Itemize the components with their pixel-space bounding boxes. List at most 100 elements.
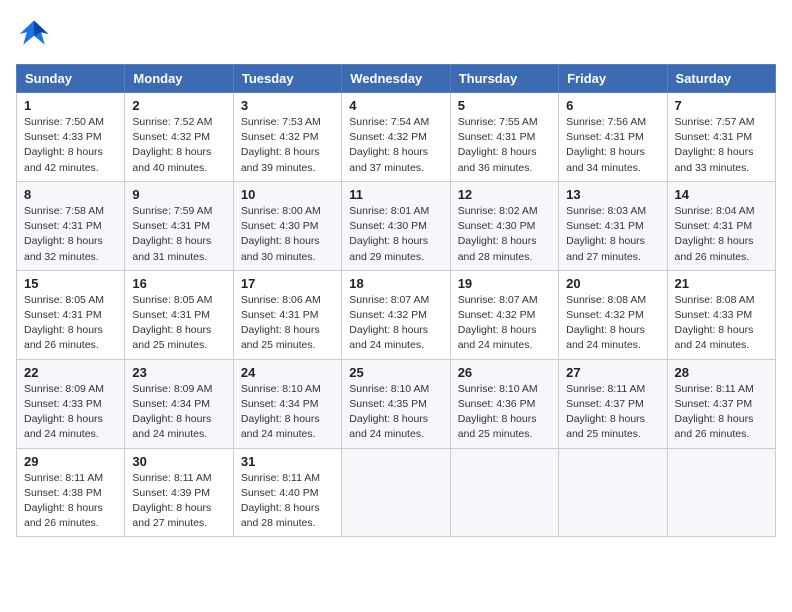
cell-content: Sunrise: 8:11 AMSunset: 4:37 PMDaylight:…: [675, 382, 768, 443]
calendar-cell: 20 Sunrise: 8:08 AMSunset: 4:32 PMDayligh…: [559, 270, 667, 359]
day-number: 23: [132, 365, 225, 380]
calendar-cell: [559, 448, 667, 537]
calendar-cell: 24 Sunrise: 8:10 AMSunset: 4:34 PMDayligh…: [233, 359, 341, 448]
page-header: [16, 16, 776, 52]
cell-content: Sunrise: 7:55 AMSunset: 4:31 PMDaylight:…: [458, 115, 551, 176]
day-number: 6: [566, 98, 659, 113]
calendar-cell: 3 Sunrise: 7:53 AMSunset: 4:32 PMDaylight…: [233, 93, 341, 182]
cell-content: Sunrise: 8:07 AMSunset: 4:32 PMDaylight:…: [349, 293, 442, 354]
calendar-cell: 7 Sunrise: 7:57 AMSunset: 4:31 PMDaylight…: [667, 93, 775, 182]
calendar-week-row: 22Sunrise: 8:09 AMSunset: 4:33 PMDayligh…: [17, 359, 776, 448]
cell-content: Sunrise: 7:56 AMSunset: 4:31 PMDaylight:…: [566, 115, 659, 176]
weekday-header-thursday: Thursday: [450, 65, 558, 93]
calendar-cell: 2 Sunrise: 7:52 AMSunset: 4:32 PMDaylight…: [125, 93, 233, 182]
calendar-cell: 26 Sunrise: 8:10 AMSunset: 4:36 PMDayligh…: [450, 359, 558, 448]
cell-content: Sunrise: 8:09 AMSunset: 4:33 PMDaylight:…: [24, 382, 117, 443]
day-number: 4: [349, 98, 442, 113]
calendar-cell: 10Sunrise: 8:00 AMSunset: 4:30 PMDayligh…: [233, 181, 341, 270]
calendar-cell: 12 Sunrise: 8:02 AMSunset: 4:30 PMDayligh…: [450, 181, 558, 270]
cell-content: Sunrise: 8:07 AMSunset: 4:32 PMDaylight:…: [458, 293, 551, 354]
logo: [16, 16, 56, 52]
day-number: 1: [24, 98, 117, 113]
cell-content: Sunrise: 7:57 AMSunset: 4:31 PMDaylight:…: [675, 115, 768, 176]
cell-content: Sunrise: 7:50 AMSunset: 4:33 PMDaylight:…: [24, 115, 117, 176]
day-number: 9: [132, 187, 225, 202]
day-number: 8: [24, 187, 117, 202]
day-number: 31: [241, 454, 334, 469]
day-number: 20: [566, 276, 659, 291]
day-number: 2: [132, 98, 225, 113]
cell-content: Sunrise: 8:08 AMSunset: 4:32 PMDaylight:…: [566, 293, 659, 354]
cell-content: Sunrise: 7:53 AMSunset: 4:32 PMDaylight:…: [241, 115, 334, 176]
cell-content: Sunrise: 8:04 AMSunset: 4:31 PMDaylight:…: [675, 204, 768, 265]
calendar-cell: 8 Sunrise: 7:58 AMSunset: 4:31 PMDaylight…: [17, 181, 125, 270]
cell-content: Sunrise: 8:03 AMSunset: 4:31 PMDaylight:…: [566, 204, 659, 265]
weekday-header-saturday: Saturday: [667, 65, 775, 93]
day-number: 26: [458, 365, 551, 380]
cell-content: Sunrise: 8:10 AMSunset: 4:36 PMDaylight:…: [458, 382, 551, 443]
calendar-cell: 21Sunrise: 8:08 AMSunset: 4:33 PMDayligh…: [667, 270, 775, 359]
day-number: 12: [458, 187, 551, 202]
calendar-cell: [667, 448, 775, 537]
calendar-cell: 4 Sunrise: 7:54 AMSunset: 4:32 PMDaylight…: [342, 93, 450, 182]
cell-content: Sunrise: 8:05 AMSunset: 4:31 PMDaylight:…: [24, 293, 117, 354]
calendar-cell: 9 Sunrise: 7:59 AMSunset: 4:31 PMDaylight…: [125, 181, 233, 270]
calendar-cell: 16Sunrise: 8:05 AMSunset: 4:31 PMDayligh…: [125, 270, 233, 359]
calendar-cell: 1 Sunrise: 7:50 AMSunset: 4:33 PMDaylight…: [17, 93, 125, 182]
day-number: 13: [566, 187, 659, 202]
calendar-body: 1 Sunrise: 7:50 AMSunset: 4:33 PMDaylight…: [17, 93, 776, 537]
cell-content: Sunrise: 8:11 AMSunset: 4:38 PMDaylight:…: [24, 471, 117, 532]
cell-content: Sunrise: 8:11 AMSunset: 4:40 PMDaylight:…: [241, 471, 334, 532]
day-number: 17: [241, 276, 334, 291]
calendar-cell: [450, 448, 558, 537]
cell-content: Sunrise: 7:59 AMSunset: 4:31 PMDaylight:…: [132, 204, 225, 265]
day-number: 3: [241, 98, 334, 113]
calendar-cell: 15 Sunrise: 8:05 AMSunset: 4:31 PMDayligh…: [17, 270, 125, 359]
calendar-cell: 22Sunrise: 8:09 AMSunset: 4:33 PMDayligh…: [17, 359, 125, 448]
weekday-header-wednesday: Wednesday: [342, 65, 450, 93]
day-number: 21: [675, 276, 768, 291]
day-number: 10: [241, 187, 334, 202]
day-number: 15: [24, 276, 117, 291]
cell-content: Sunrise: 8:02 AMSunset: 4:30 PMDaylight:…: [458, 204, 551, 265]
calendar-week-row: 8 Sunrise: 7:58 AMSunset: 4:31 PMDaylight…: [17, 181, 776, 270]
weekday-header-sunday: Sunday: [17, 65, 125, 93]
day-number: 25: [349, 365, 442, 380]
cell-content: Sunrise: 8:11 AMSunset: 4:39 PMDaylight:…: [132, 471, 225, 532]
cell-content: Sunrise: 8:06 AMSunset: 4:31 PMDaylight:…: [241, 293, 334, 354]
day-number: 29: [24, 454, 117, 469]
calendar-cell: 30 Sunrise: 8:11 AMSunset: 4:39 PMDayligh…: [125, 448, 233, 537]
cell-content: Sunrise: 8:11 AMSunset: 4:37 PMDaylight:…: [566, 382, 659, 443]
cell-content: Sunrise: 7:58 AMSunset: 4:31 PMDaylight:…: [24, 204, 117, 265]
calendar-cell: 17 Sunrise: 8:06 AMSunset: 4:31 PMDayligh…: [233, 270, 341, 359]
calendar-cell: 23 Sunrise: 8:09 AMSunset: 4:34 PMDayligh…: [125, 359, 233, 448]
day-number: 11: [349, 187, 442, 202]
day-number: 27: [566, 365, 659, 380]
calendar-cell: 13 Sunrise: 8:03 AMSunset: 4:31 PMDayligh…: [559, 181, 667, 270]
calendar-cell: 5 Sunrise: 7:55 AMSunset: 4:31 PMDaylight…: [450, 93, 558, 182]
day-number: 16: [132, 276, 225, 291]
calendar-cell: 28Sunrise: 8:11 AMSunset: 4:37 PMDayligh…: [667, 359, 775, 448]
cell-content: Sunrise: 7:54 AMSunset: 4:32 PMDaylight:…: [349, 115, 442, 176]
day-number: 7: [675, 98, 768, 113]
calendar-cell: 29 Sunrise: 8:11 AMSunset: 4:38 PMDayligh…: [17, 448, 125, 537]
calendar-week-row: 1 Sunrise: 7:50 AMSunset: 4:33 PMDaylight…: [17, 93, 776, 182]
weekday-header-friday: Friday: [559, 65, 667, 93]
day-number: 24: [241, 365, 334, 380]
calendar-cell: 27 Sunrise: 8:11 AMSunset: 4:37 PMDayligh…: [559, 359, 667, 448]
cell-content: Sunrise: 7:52 AMSunset: 4:32 PMDaylight:…: [132, 115, 225, 176]
day-number: 5: [458, 98, 551, 113]
day-number: 18: [349, 276, 442, 291]
calendar-cell: 6 Sunrise: 7:56 AMSunset: 4:31 PMDaylight…: [559, 93, 667, 182]
calendar-cell: [342, 448, 450, 537]
cell-content: Sunrise: 8:09 AMSunset: 4:34 PMDaylight:…: [132, 382, 225, 443]
day-number: 30: [132, 454, 225, 469]
calendar-cell: 25Sunrise: 8:10 AMSunset: 4:35 PMDayligh…: [342, 359, 450, 448]
cell-content: Sunrise: 8:10 AMSunset: 4:34 PMDaylight:…: [241, 382, 334, 443]
calendar-week-row: 29 Sunrise: 8:11 AMSunset: 4:38 PMDayligh…: [17, 448, 776, 537]
calendar-cell: 31 Sunrise: 8:11 AMSunset: 4:40 PMDayligh…: [233, 448, 341, 537]
weekday-header-monday: Monday: [125, 65, 233, 93]
calendar-week-row: 15 Sunrise: 8:05 AMSunset: 4:31 PMDayligh…: [17, 270, 776, 359]
calendar-table: SundayMondayTuesdayWednesdayThursdayFrid…: [16, 64, 776, 537]
weekday-header-tuesday: Tuesday: [233, 65, 341, 93]
